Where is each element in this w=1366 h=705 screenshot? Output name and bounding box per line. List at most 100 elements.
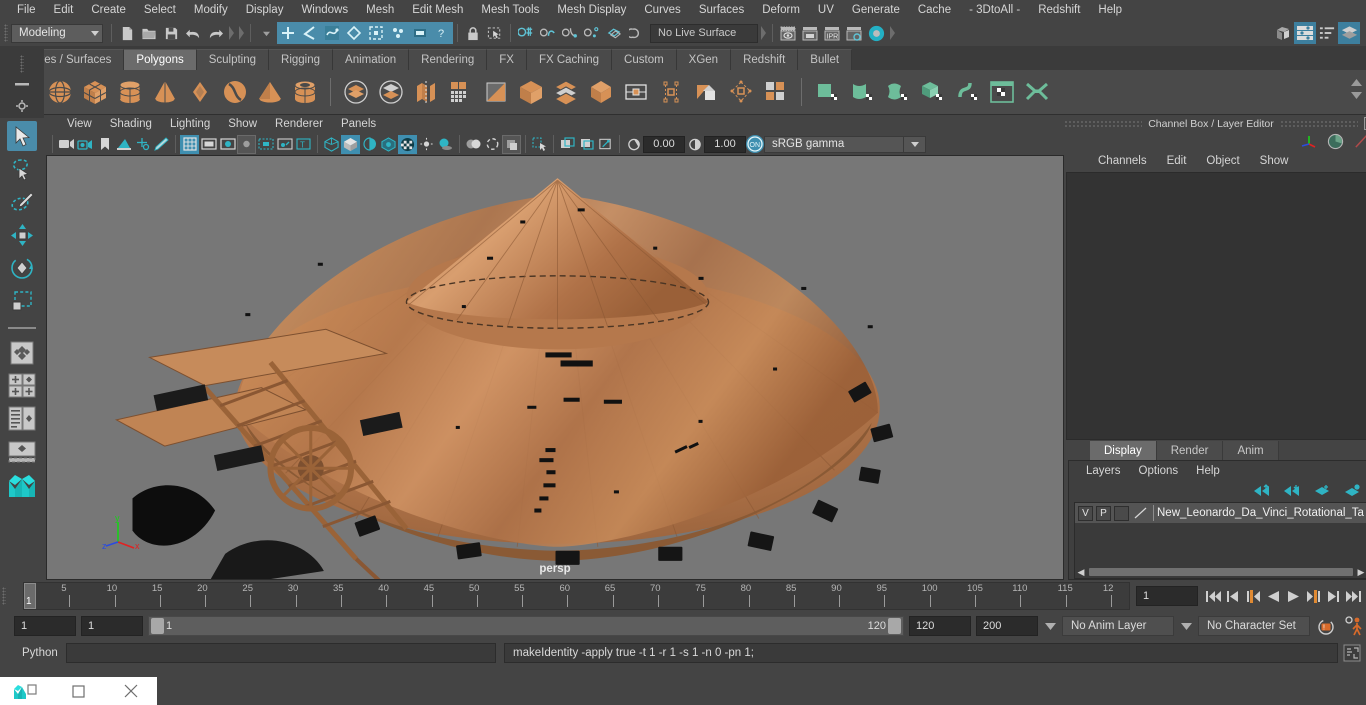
channel-box-menu-show[interactable]: Show [1250,154,1299,168]
ambient-occlusion-icon[interactable] [464,135,483,154]
statusline-options-icon[interactable] [255,22,277,44]
rotate-tool[interactable] [7,253,37,283]
command-output[interactable]: makeIdentity -apply true -t 1 -r 1 -s 1 … [504,643,1338,663]
character-set-selector[interactable]: No Character Set [1198,616,1310,636]
menu-item-edit[interactable]: Edit [45,2,83,18]
show-attribute-editor-icon[interactable] [1272,22,1294,44]
menu-item-file[interactable]: File [8,2,45,18]
channel-box-menu-channels[interactable]: Channels [1088,154,1157,168]
smooth-icon[interactable] [550,75,582,109]
xray-joints-icon[interactable] [577,135,596,154]
resolution-gate-icon[interactable] [218,135,237,154]
poly-helix-icon[interactable] [219,75,251,109]
xray-icon[interactable] [558,135,577,154]
separate-icon[interactable] [375,75,407,109]
live-surface-field[interactable]: No Live Surface [650,23,758,43]
uv-contour-stretch-icon[interactable] [951,75,983,109]
shelf-scroll-arrows[interactable] [1350,78,1364,100]
quick-layout-graph-icon[interactable] [7,437,37,467]
combine-icon[interactable] [340,75,372,109]
panel-menu-show[interactable]: Show [219,117,266,131]
gate-mask-icon[interactable] [237,134,256,154]
poly-sphere-icon[interactable] [44,75,76,109]
select-hull-icon[interactable] [343,22,365,44]
statusline-grip[interactable] [2,22,11,44]
layer-color-swatch[interactable] [1132,506,1150,521]
snap-view-plane-icon[interactable] [603,22,625,44]
layer-row[interactable]: V P New_Leonardo_Da_Vinci_Rotational_Ta [1075,503,1366,523]
character-set-dropdown-arrow[interactable] [1179,616,1193,636]
new-scene-icon[interactable] [116,22,138,44]
layer-tab-anim[interactable]: Anim [1223,441,1279,460]
step-forward-frame-icon[interactable] [1304,586,1322,606]
uv-unfold-icon[interactable] [1021,75,1053,109]
collapse-file-group-icon[interactable] [226,23,236,43]
textured-icon[interactable] [398,134,417,154]
shelf-tab-rendering[interactable]: Rendering [409,49,488,70]
shelf-tab-sculpting[interactable]: Sculpting [196,49,270,70]
new-layer-from-selected-icon[interactable] [1343,483,1361,497]
menu-item-deform[interactable]: Deform [753,2,809,18]
menu-item-help[interactable]: Help [1089,2,1131,18]
channel-box-icon[interactable] [1327,133,1344,150]
time-slider[interactable]: 1 5 10 15 20 25 30 35 40 45 50 55 60 65 70 75 80 85 90 95 1… [23,582,1130,610]
exposure-field[interactable]: 0.00 [643,135,685,153]
command-language-label[interactable]: Python [14,647,66,659]
show-tool-settings-icon[interactable] [1294,22,1316,44]
select-tool[interactable] [7,121,37,151]
poly-cylinder-icon[interactable] [114,75,146,109]
titlebar-grip-left[interactable] [1064,120,1143,127]
target-weld-icon[interactable] [760,75,792,109]
quad-draw-icon[interactable] [690,75,722,109]
highlight-selection-icon[interactable] [484,22,506,44]
image-plane-icon[interactable] [114,135,133,154]
menu-set-selector[interactable]: Modeling [11,23,103,43]
shelf-tab-fx-caching[interactable]: FX Caching [526,49,613,70]
scale-tool[interactable] [7,286,37,316]
panel-menu-lighting[interactable]: Lighting [161,117,219,131]
menu-item-surfaces[interactable]: Surfaces [690,2,753,18]
xray-active-components-icon[interactable] [596,135,615,154]
gamma-icon[interactable] [685,135,704,154]
lasso-select-tool[interactable] [7,154,37,184]
auto-keyframe-icon[interactable]: ! [1315,616,1337,636]
snap-grid-icon[interactable] [515,22,537,44]
color-management-selector[interactable]: sRGB gamma [764,135,904,153]
range-start-field[interactable]: 1 [81,616,143,636]
save-scene-icon[interactable] [160,22,182,44]
shelf-tab-xgen[interactable]: XGen [676,49,732,70]
range-slider[interactable]: 1 120 [148,616,904,636]
select-by-object-icon[interactable] [299,22,321,44]
layer-tab-render[interactable]: Render [1156,441,1224,460]
scroll-right-icon[interactable]: ▶ [1355,566,1366,578]
panel-menu-view[interactable]: View [58,117,101,131]
collapse-snap-group-icon[interactable] [758,23,768,43]
menu-item-display[interactable]: Display [237,2,293,18]
layer-state-toggle[interactable] [1114,505,1129,521]
anim-layer-selector[interactable]: No Anim Layer [1062,616,1174,636]
color-management-toggle-icon[interactable]: ON [746,135,764,153]
select-by-component-icon[interactable] [321,22,343,44]
layer-playback-toggle[interactable]: P [1096,505,1111,521]
move-layer-down-icon[interactable] [1283,484,1301,497]
menu-item-curves[interactable]: Curves [635,2,689,18]
layer-editor-icon[interactable] [1338,22,1360,44]
layer-menu-help[interactable]: Help [1187,464,1229,478]
snap-projected-icon[interactable] [581,22,603,44]
wireframe-icon[interactable] [322,135,341,154]
menu-item-cache[interactable]: Cache [909,2,960,18]
show-channel-box-icon[interactable] [1316,22,1338,44]
shelf-tab-fx[interactable]: FX [487,49,527,70]
lock-selection-icon[interactable] [462,22,484,44]
attribute-editor-icon[interactable] [1353,133,1366,150]
color-management-dropdown-arrow[interactable] [904,135,926,153]
shelf-options-gear-icon[interactable] [15,99,29,113]
shelf-tab-custom[interactable]: Custom [612,49,677,70]
animation-preferences-icon[interactable] [1342,616,1366,636]
gamma-field[interactable]: 1.00 [704,135,746,153]
quick-layout-outliner-icon[interactable] [7,404,37,434]
poly-pyramid-icon[interactable] [254,75,286,109]
shaded-wireframe-icon[interactable] [379,135,398,154]
shelf-menu-icon[interactable] [14,81,30,89]
booleans-icon[interactable] [585,75,617,109]
